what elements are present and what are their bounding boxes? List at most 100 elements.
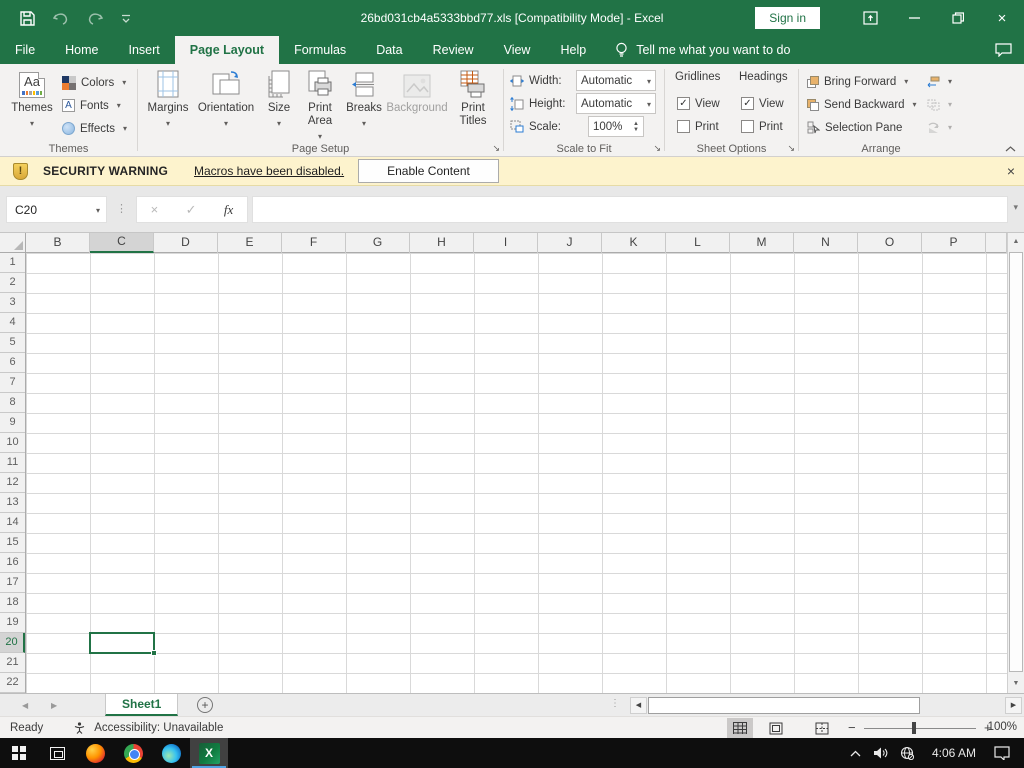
select-all-corner[interactable] (0, 233, 26, 253)
gridlines-view-checkbox[interactable]: ✓ View (677, 93, 720, 114)
restore-button[interactable] (936, 0, 980, 36)
formula-bar-splitter[interactable]: ⋮ (116, 202, 127, 215)
column-header-C[interactable]: C (90, 233, 154, 253)
row-header-17[interactable]: 17 (0, 573, 25, 593)
tab-file[interactable]: File (0, 36, 50, 64)
accessibility-status[interactable]: Accessibility: Unavailable (94, 722, 223, 734)
tab-formulas[interactable]: Formulas (279, 36, 361, 64)
row-header-7[interactable]: 7 (0, 373, 25, 393)
minimize-button[interactable] (892, 0, 936, 36)
name-box-dropdown-icon[interactable]: ▾ (96, 206, 100, 215)
sheet-options-dialog-launcher-icon[interactable]: ↘ (787, 143, 795, 154)
scroll-left-icon[interactable]: ◀ (630, 697, 647, 714)
name-box[interactable]: C20 ▾ (6, 196, 107, 223)
volume-icon[interactable] (873, 747, 888, 759)
selected-cell[interactable] (89, 632, 155, 654)
start-button[interactable] (0, 738, 38, 768)
theme-effects-button[interactable]: Effects▾ (62, 118, 127, 139)
fill-handle[interactable] (151, 650, 157, 656)
row-header-18[interactable]: 18 (0, 593, 25, 613)
customize-quick-access-icon[interactable] (121, 14, 131, 23)
column-header-J[interactable]: J (538, 233, 602, 253)
row-header-12[interactable]: 12 (0, 473, 25, 493)
zoom-slider-thumb[interactable] (912, 722, 916, 734)
sheet-nav-right-icon[interactable]: ▶ (51, 694, 57, 717)
close-button[interactable]: × (980, 0, 1024, 36)
row-header-15[interactable]: 15 (0, 533, 25, 553)
undo-icon[interactable] (53, 12, 69, 25)
column-header-K[interactable]: K (602, 233, 666, 253)
zoom-out-icon[interactable]: − (848, 717, 856, 739)
sign-in-button[interactable]: Sign in (755, 7, 820, 29)
normal-view-button[interactable] (727, 718, 753, 738)
row-header-2[interactable]: 2 (0, 273, 25, 293)
row-header-13[interactable]: 13 (0, 493, 25, 513)
security-bar-close-icon[interactable]: × (1007, 163, 1015, 179)
print-area-button[interactable]: Print Area ▾ (298, 68, 342, 143)
column-header-H[interactable]: H (410, 233, 474, 253)
tab-strip-splitter[interactable]: ⋮ (610, 698, 620, 709)
row-header-10[interactable]: 10 (0, 433, 25, 453)
vertical-scrollbar-thumb[interactable] (1009, 252, 1023, 672)
tab-data[interactable]: Data (361, 36, 417, 64)
align-button[interactable]: ▾ (927, 71, 952, 92)
row-header-14[interactable]: 14 (0, 513, 25, 533)
taskbar-firefox[interactable] (76, 738, 114, 768)
column-header-O[interactable]: O (858, 233, 922, 253)
expand-formula-bar-icon[interactable]: ▾ (1013, 202, 1018, 213)
scroll-up-icon[interactable]: ▲ (1008, 233, 1024, 251)
row-header-5[interactable]: 5 (0, 333, 25, 353)
send-backward-button[interactable]: Send Backward▾ (807, 94, 917, 115)
comments-icon[interactable] (995, 36, 1012, 64)
tab-view[interactable]: View (489, 36, 546, 64)
worksheet-grid[interactable] (26, 253, 1007, 693)
tab-help[interactable]: Help (545, 36, 601, 64)
insert-function-icon[interactable]: fx (224, 202, 233, 218)
scroll-down-icon[interactable]: ▼ (1008, 675, 1024, 693)
column-header-L[interactable]: L (666, 233, 730, 253)
column-header-D[interactable]: D (154, 233, 218, 253)
zoom-level[interactable]: 100% (988, 717, 1017, 739)
row-header-21[interactable]: 21 (0, 653, 25, 673)
headings-print-checkbox[interactable]: Print (741, 116, 783, 137)
selection-pane-button[interactable]: Selection Pane (807, 117, 902, 138)
new-sheet-button[interactable]: + (197, 697, 213, 713)
row-header-8[interactable]: 8 (0, 393, 25, 413)
collapse-ribbon-icon[interactable] (1005, 146, 1016, 152)
row-header-22[interactable]: 22 (0, 673, 25, 693)
column-header-P[interactable]: P (922, 233, 986, 253)
redo-icon[interactable] (87, 12, 103, 25)
scale-height-dropdown[interactable]: Automatic▾ (576, 93, 656, 114)
row-header-16[interactable]: 16 (0, 553, 25, 573)
column-header-M[interactable]: M (730, 233, 794, 253)
hidden-icons-chevron-icon[interactable] (850, 750, 861, 757)
tab-page-layout[interactable]: Page Layout (175, 36, 279, 64)
margins-button[interactable]: Margins ▾ (143, 68, 193, 130)
tab-home[interactable]: Home (50, 36, 113, 64)
notifications-icon[interactable] (994, 746, 1010, 760)
taskbar-excel[interactable]: X (190, 738, 228, 768)
themes-button[interactable]: Aa Themes ▾ (8, 68, 56, 130)
scale-width-dropdown[interactable]: Automatic▾ (576, 70, 656, 91)
horizontal-scrollbar-thumb[interactable] (648, 697, 920, 714)
page-layout-view-button[interactable] (763, 718, 789, 738)
headings-view-checkbox[interactable]: ✓ View (741, 93, 784, 114)
save-icon[interactable] (20, 11, 35, 26)
column-header-I[interactable]: I (474, 233, 538, 253)
column-header-E[interactable]: E (218, 233, 282, 253)
size-button[interactable]: Size ▾ (259, 68, 299, 130)
scale-spinner[interactable]: 100% ▲▼ (588, 116, 644, 137)
sheet-tab-sheet1[interactable]: Sheet1 (105, 694, 178, 716)
ribbon-display-options-icon[interactable] (848, 0, 892, 36)
clock[interactable]: 4:06 AM (926, 746, 982, 760)
scale-to-fit-dialog-launcher-icon[interactable]: ↘ (653, 143, 661, 154)
tab-insert[interactable]: Insert (114, 36, 175, 64)
print-titles-button[interactable]: Print Titles (450, 68, 496, 128)
scroll-right-icon[interactable]: ▶ (1005, 697, 1022, 714)
taskbar-edge[interactable] (152, 738, 190, 768)
page-setup-dialog-launcher-icon[interactable]: ↘ (492, 143, 500, 154)
row-header-4[interactable]: 4 (0, 313, 25, 333)
row-header-11[interactable]: 11 (0, 453, 25, 473)
theme-colors-button[interactable]: Colors▾ (62, 72, 126, 93)
breaks-button[interactable]: Breaks ▾ (342, 68, 386, 130)
